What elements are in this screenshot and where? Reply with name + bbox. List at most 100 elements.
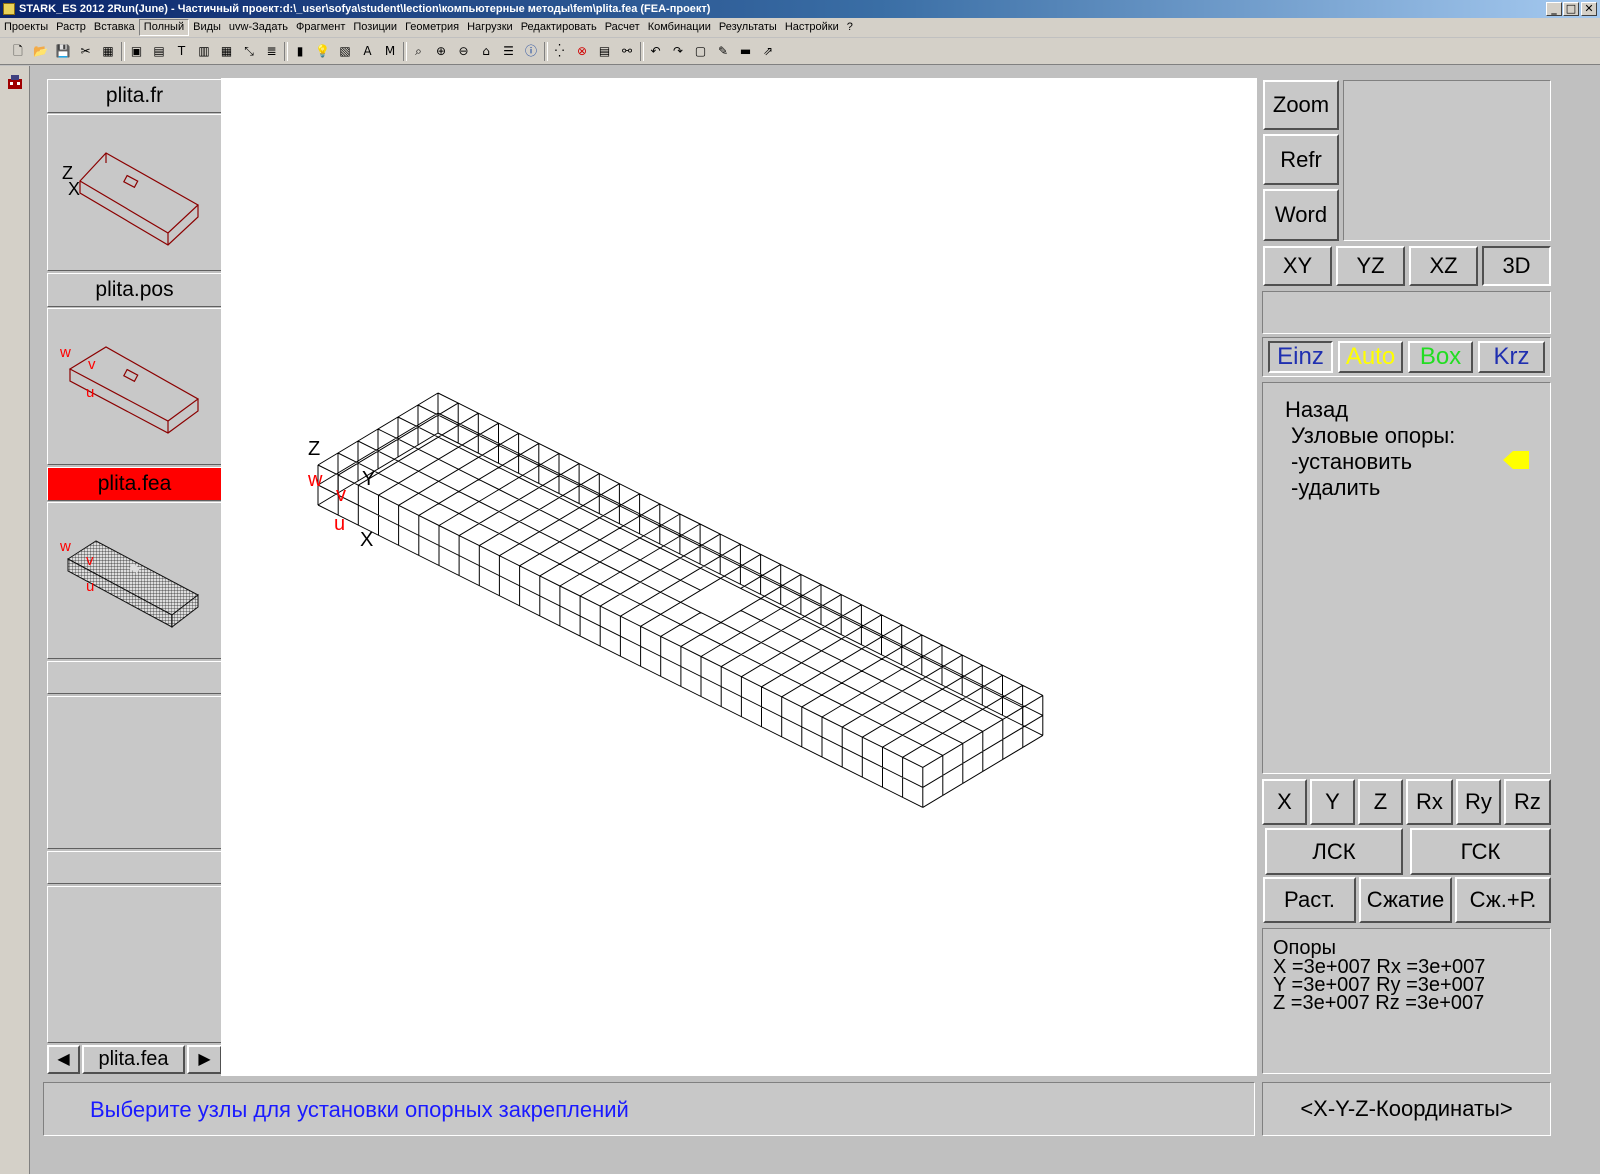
next-thumb-button[interactable]: ▶: [187, 1045, 222, 1074]
thumb-pos[interactable]: w v u: [47, 308, 222, 465]
m-icon[interactable]: M: [382, 43, 398, 59]
dof-x-button[interactable]: X: [1262, 779, 1307, 825]
text-icon[interactable]: T: [174, 43, 190, 59]
menu-item-2[interactable]: Вставка: [90, 18, 139, 37]
close-button[interactable]: ✕: [1581, 2, 1597, 16]
fea-mesh-drawing[interactable]: Z Y Xwvu: [221, 78, 1257, 1076]
save-icon[interactable]: 💾: [55, 43, 71, 59]
new-file-icon[interactable]: 🗋: [10, 43, 26, 59]
minimize-button[interactable]: _: [1546, 2, 1562, 16]
thumb-fea[interactable]: w v u: [47, 502, 222, 659]
building-icon[interactable]: [7, 74, 23, 90]
cut-icon[interactable]: ✂: [78, 43, 94, 59]
box-icon[interactable]: ▢: [693, 43, 709, 59]
thumb-label-pos[interactable]: plita.pos: [47, 273, 222, 307]
menu-heading: Узловые опоры:: [1291, 423, 1456, 448]
house-icon[interactable]: ⌂: [478, 43, 494, 59]
toolbar-separator: [284, 42, 288, 61]
layers-icon[interactable]: ≣: [264, 43, 280, 59]
menu-item-8[interactable]: Геометрия: [401, 18, 463, 37]
dof-rz-button[interactable]: Rz: [1504, 779, 1551, 825]
stop-icon[interactable]: ⊗: [574, 43, 590, 59]
zoom-button[interactable]: Zoom: [1263, 80, 1339, 130]
compression-button[interactable]: Сжатие: [1359, 877, 1452, 923]
maximize-button[interactable]: □: [1563, 2, 1579, 16]
label-icon[interactable]: A: [360, 43, 376, 59]
refresh-button[interactable]: Refr: [1263, 134, 1339, 185]
grid2-icon[interactable]: ▦: [219, 43, 235, 59]
properties-icon[interactable]: ☰: [501, 43, 517, 59]
axes-icon[interactable]: ⤡: [241, 43, 257, 59]
nodes-icon[interactable]: ⁛: [552, 43, 568, 59]
comp-tension-button[interactable]: Сж.+Р.: [1455, 877, 1551, 923]
model-icon[interactable]: ▤: [151, 43, 167, 59]
menu-back[interactable]: Назад: [1285, 397, 1348, 423]
zoom-icon[interactable]: ⌕: [411, 43, 427, 59]
bulb-icon[interactable]: 💡: [315, 43, 331, 59]
ruler-icon[interactable]: ▬: [738, 43, 754, 59]
dof-y-button[interactable]: Y: [1310, 779, 1355, 825]
word-button[interactable]: Word: [1263, 189, 1339, 241]
mesh-icon[interactable]: ▥: [196, 43, 212, 59]
menu-item-11[interactable]: Расчет: [601, 18, 644, 37]
model-viewport[interactable]: Z Y Xwvu: [221, 78, 1257, 1076]
prev-thumb-button[interactable]: ◀: [47, 1045, 80, 1074]
menu-item-4[interactable]: Виды: [189, 18, 225, 37]
menu-item-1[interactable]: Растр: [52, 18, 90, 37]
info-icon[interactable]: ⓘ: [523, 43, 539, 59]
dof-rx-button[interactable]: Rx: [1406, 779, 1453, 825]
menu-item-set[interactable]: -установить: [1291, 449, 1412, 475]
select-krz-button[interactable]: Krz: [1478, 341, 1545, 373]
select-auto-button[interactable]: Auto: [1338, 341, 1403, 373]
menu-item-7[interactable]: Позиции: [349, 18, 401, 37]
menu-item-0[interactable]: Проекты: [0, 18, 52, 37]
supports-line-z: Z =3e+007 Rz =3e+007: [1273, 992, 1485, 1014]
open-folder-icon[interactable]: 📂: [33, 43, 49, 59]
thumb-empty-1[interactable]: [47, 696, 222, 849]
fea-mesh-lines[interactable]: [317, 392, 1044, 808]
thumb-fea-drawing: w v u: [59, 538, 199, 629]
menu-item-3[interactable]: Полный: [138, 19, 190, 36]
view-xy-button[interactable]: XY: [1263, 246, 1332, 286]
thumb-axis-u: u: [86, 384, 94, 401]
dof-z-button[interactable]: Z: [1358, 779, 1403, 825]
view-yz-button[interactable]: YZ: [1336, 246, 1405, 286]
supports-info-panel: Опоры X =3e+007 Rx =3e+007 Y =3e+007 Ry …: [1262, 928, 1551, 1074]
menu-item-14[interactable]: Настройки: [781, 18, 843, 37]
table-icon[interactable]: ▤: [597, 43, 613, 59]
tension-button[interactable]: Раст.: [1263, 877, 1356, 923]
export-icon[interactable]: ⇗: [760, 43, 776, 59]
local-cs-button[interactable]: ЛСК: [1265, 828, 1403, 875]
menu-item-12[interactable]: Комбинации: [644, 18, 715, 37]
thumb-label-fea[interactable]: plita.fea: [47, 467, 222, 501]
view-xz-button[interactable]: XZ: [1409, 246, 1478, 286]
grid-icon[interactable]: ▦: [100, 43, 116, 59]
menu-item-6[interactable]: Фрагмент: [292, 18, 349, 37]
undo-icon[interactable]: ↶: [648, 43, 664, 59]
frame-icon[interactable]: ▣: [129, 43, 145, 59]
menu-item-delete[interactable]: -удалить: [1291, 475, 1380, 501]
menu-item-5[interactable]: uvw-Задать: [225, 18, 292, 37]
select-box-button[interactable]: Box: [1408, 341, 1473, 373]
menu-item-10[interactable]: Редактировать: [517, 18, 601, 37]
menu-item-13[interactable]: Результаты: [715, 18, 781, 37]
network-icon[interactable]: ⚯: [619, 43, 635, 59]
hatch-icon[interactable]: ▧: [337, 43, 353, 59]
thumb-label-empty-2[interactable]: [47, 851, 222, 884]
toolbar-separator: [120, 42, 125, 61]
thumb-empty-2[interactable]: [47, 886, 222, 1043]
thumb-label-fr[interactable]: plita.fr: [47, 79, 222, 113]
global-cs-button[interactable]: ГСК: [1410, 828, 1551, 875]
dof-ry-button[interactable]: Ry: [1456, 779, 1501, 825]
redo-icon[interactable]: ↷: [670, 43, 686, 59]
select-einz-button[interactable]: Einz: [1268, 341, 1333, 373]
zoom-out-icon[interactable]: ⊖: [456, 43, 472, 59]
thumb-label-empty-1[interactable]: [47, 661, 222, 694]
zoom-in-icon[interactable]: ⊕: [433, 43, 449, 59]
menu-item-15[interactable]: ?: [843, 18, 857, 37]
menu-item-9[interactable]: Нагрузки: [463, 18, 517, 37]
cylinder-icon[interactable]: ▮: [292, 43, 308, 59]
view-3d-button[interactable]: 3D: [1482, 246, 1551, 286]
thumb-fr[interactable]: Z X: [47, 114, 222, 271]
pencil-icon[interactable]: ✎: [715, 43, 731, 59]
